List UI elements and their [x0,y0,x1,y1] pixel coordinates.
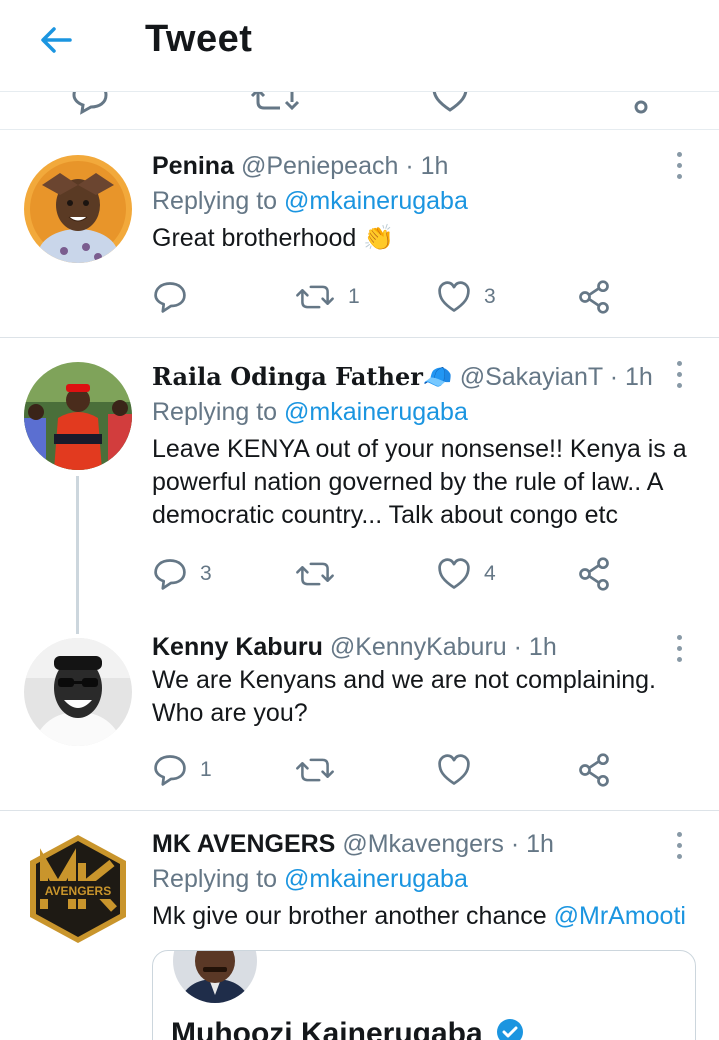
tweet-actions: 1 [152,750,632,790]
like-count: 3 [484,285,496,308]
back-arrow-icon [41,27,72,53]
share-icon [579,280,609,314]
retweet-icon [296,285,334,309]
avatar[interactable]: AVENGERS [24,833,132,943]
retweet-button[interactable]: 1 [294,277,360,317]
display-name[interactable]: Raila Odinga Father🧢 [152,362,453,391]
reply-handle-link[interactable]: @mkainerugaba [284,865,468,893]
share-icon [579,753,609,787]
avatar[interactable] [24,638,132,746]
reply-count: 1 [200,758,212,781]
more-options-button[interactable] [667,145,691,185]
user-handle[interactable]: @Peniepeach [241,152,398,180]
replying-to-label: Replying to [152,398,278,426]
replying-to: Replying to @mkainerugaba [152,184,699,218]
tweet-raila-odinga-father[interactable]: Raila Odinga Father🧢 @SakayianT · 1h Rep… [0,338,719,634]
share-icon[interactable] [620,92,660,116]
quoted-display-name[interactable]: Muhoozi Kainerugaba [171,1017,525,1040]
tweet-text: We are Kenyans and we are not complainin… [152,666,657,727]
tweet-kenny-kaburu[interactable]: Kenny Kaburu @KennyKaburu · 1h We are Ke… [0,600,719,810]
retweet-icon[interactable] [250,92,300,116]
retweet-button[interactable] [294,750,348,790]
like-count: 4 [484,562,496,585]
reply-count: 3 [200,562,212,585]
display-name[interactable]: MK AVENGERS [152,830,335,858]
display-name[interactable]: Kenny Kaburu [152,633,323,661]
tweet-header: Kenny Kaburu @KennyKaburu · 1h [152,632,699,662]
verified-badge-icon [497,1019,524,1040]
share-button[interactable] [576,554,612,594]
tweet-header: Penina @Peniepeach · 1h [152,151,699,181]
more-options-button[interactable] [667,825,691,865]
retweet-count: 1 [348,285,360,308]
reply-button[interactable]: 3 [152,554,212,594]
tweet-penina[interactable]: Penina @Peniepeach · 1h Replying to @mka… [0,131,719,337]
like-button[interactable]: 4 [436,554,496,594]
previous-tweet-actions [0,92,719,130]
retweet-icon [296,758,334,782]
tweet-actions: 3 4 [152,554,632,594]
display-name[interactable]: Penina [152,152,234,180]
tweet-header: Raila Odinga Father🧢 @SakayianT · 1h [152,362,699,392]
tweet-text: Leave KENYA out of your nonsense!! Kenya… [152,435,687,529]
timestamp: · 1h [609,363,653,391]
timestamp: · 1h [513,633,557,661]
reply-handle-link[interactable]: @mkainerugaba [284,187,468,215]
reply-icon[interactable] [70,92,110,116]
timestamp: · 1h [510,830,554,858]
quoted-avatar [173,951,257,1003]
reply-icon [154,559,186,590]
like-icon [438,754,470,785]
replying-to-label: Replying to [152,187,278,215]
tweet-text: Great brotherhood 👏 [152,224,395,252]
timestamp: · 1h [405,152,449,180]
reply-button[interactable]: 1 [152,750,212,790]
replying-to: Replying to @mkainerugaba [152,395,699,429]
reply-handle-link[interactable]: @mkainerugaba [284,398,468,426]
avatar[interactable] [24,362,132,470]
mention-link[interactable]: @MrAmooti [554,902,686,930]
tweet-actions: 1 3 [152,277,632,317]
more-options-button[interactable] [667,354,691,394]
like-button[interactable] [436,750,484,790]
page-title: Tweet [145,18,253,60]
more-options-button[interactable] [667,628,691,668]
reply-icon [154,282,186,313]
tweet-text: Mk give our brother another chance @MrAm… [152,900,699,933]
retweet-button[interactable] [294,554,348,594]
replying-to: Replying to @mkainerugaba [152,862,699,896]
like-icon[interactable] [430,92,470,116]
tweet-header: MK AVENGERS @Mkavengers · 1h [152,829,699,859]
back-button[interactable] [36,20,76,60]
retweet-icon [296,562,334,586]
quoted-name-text: Muhoozi Kainerugaba [171,1017,483,1040]
user-handle[interactable]: @KennyKaburu [330,633,507,661]
top-app-bar: Tweet [0,0,719,92]
quoted-tweet-card[interactable]: Muhoozi Kainerugaba [152,950,696,1040]
share-button[interactable] [576,750,612,790]
replying-to-label: Replying to [152,865,278,893]
reply-button[interactable] [152,277,200,317]
avatar-logo-text: AVENGERS [45,884,111,898]
share-button[interactable] [576,277,612,317]
user-handle[interactable]: @Mkavengers [342,830,504,858]
share-icon [579,557,609,591]
like-button[interactable]: 3 [436,277,496,317]
reply-icon [154,755,186,786]
user-handle[interactable]: @SakayianT [460,363,603,391]
like-icon [438,558,470,589]
like-icon [438,281,470,312]
tweet-text-body: Mk give our brother another chance [152,902,547,930]
avatar[interactable] [24,155,132,263]
